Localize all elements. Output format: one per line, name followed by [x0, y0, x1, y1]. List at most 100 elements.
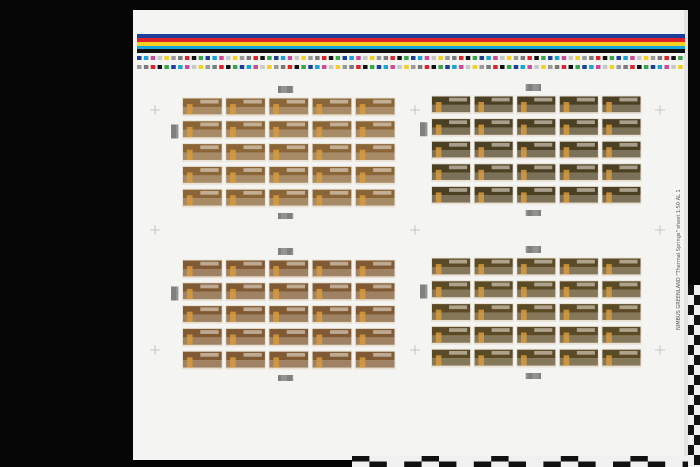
barcode-line: [528, 84, 529, 91]
color-swatch: [458, 65, 464, 69]
stamp-highlight: [619, 97, 638, 102]
stamp-figure: [186, 195, 193, 206]
barcode-line: [530, 210, 531, 216]
color-swatch: [239, 65, 245, 69]
color-swatch: [178, 56, 183, 60]
stamp-figure: [359, 104, 366, 115]
barcode-line: [537, 246, 539, 253]
color-swatch: [383, 56, 389, 60]
stamp-highlight: [329, 307, 349, 312]
color-swatch: [568, 65, 574, 69]
stamp-figure: [186, 334, 193, 345]
barcode-line: [288, 86, 289, 93]
color-swatch: [609, 65, 615, 69]
color-swatch: [280, 56, 286, 60]
stamp-figure: [606, 192, 612, 203]
color-swatch: [315, 56, 320, 60]
stamp-highlight: [619, 120, 638, 125]
ruler-segment: [688, 345, 694, 355]
stamp-highlight: [329, 330, 349, 334]
color-swatch: [589, 56, 594, 60]
color-swatch: [595, 65, 601, 69]
stamp-highlight: [373, 168, 392, 172]
stamp-highlight: [286, 261, 306, 266]
barcode-line: [281, 86, 283, 93]
barcode-line: [279, 248, 280, 255]
color-swatch: [383, 65, 389, 69]
barcode-line: [290, 86, 291, 93]
color-swatch: [376, 56, 382, 60]
stamp-highlight: [286, 99, 306, 104]
stamp-figure: [273, 334, 279, 345]
bar-red: [137, 38, 685, 42]
stamp-highlight: [576, 188, 595, 192]
stamp-highlight: [534, 350, 553, 355]
color-swatch: [616, 65, 621, 69]
barcode-line: [282, 213, 284, 219]
barcode-line: [175, 124, 176, 139]
barcode-line: [531, 373, 532, 379]
color-swatch: [589, 65, 594, 69]
stamp-highlight: [243, 284, 262, 289]
barcode-line: [424, 284, 425, 299]
stamp-figure: [521, 169, 527, 181]
barcode-line: [533, 84, 535, 91]
barcode-line: [278, 213, 279, 219]
color-swatch: [664, 56, 669, 60]
color-swatch: [342, 56, 347, 60]
barcode-line: [426, 284, 428, 299]
stamp-figure: [606, 264, 612, 275]
stamp-highlight: [286, 145, 306, 150]
color-swatch: [650, 56, 656, 60]
barcode-line: [280, 248, 281, 255]
barcode-line: [420, 122, 421, 137]
color-swatch: [623, 65, 628, 69]
stamp-figure: [563, 286, 570, 298]
stamp-highlight: [243, 168, 262, 172]
bar-yellow: [137, 42, 685, 46]
barcode-line: [529, 84, 530, 91]
color-swatch: [452, 56, 457, 60]
stamp-highlight: [200, 145, 219, 150]
color-swatch: [609, 56, 615, 60]
barcode-line: [534, 210, 536, 216]
barcode-line: [532, 373, 534, 379]
barcode-line: [285, 213, 287, 219]
color-swatch: [198, 65, 204, 69]
color-swatch: [232, 65, 238, 69]
stamp-highlight: [286, 352, 306, 357]
barcode-line: [525, 84, 527, 91]
barcode-line: [422, 122, 423, 137]
color-swatch: [301, 56, 306, 60]
barcode-line: [177, 124, 179, 139]
color-swatch: [150, 56, 156, 60]
barcode-line: [423, 284, 424, 299]
barcode-line: [535, 210, 537, 216]
stamp-highlight: [619, 282, 638, 287]
stamp-highlight: [491, 259, 510, 264]
color-swatch: [424, 56, 430, 60]
ruler-segment: [369, 461, 387, 467]
color-swatch: [678, 65, 683, 69]
stamp-highlight: [373, 261, 392, 266]
color-swatch: [472, 65, 478, 69]
barcode-line: [539, 84, 540, 91]
stamp-figure: [606, 147, 612, 158]
barcode-line: [536, 246, 538, 253]
barcode-line: [526, 373, 528, 379]
stamp-figure: [186, 104, 193, 115]
barcode-line: [283, 375, 285, 381]
barcode-line: [530, 246, 531, 253]
stamp-figure: [359, 266, 366, 277]
barcode-line: [528, 210, 529, 216]
barcode-line: [279, 213, 280, 219]
barcode-line: [279, 86, 280, 93]
color-swatch: [363, 65, 368, 69]
color-swatch: [321, 65, 327, 69]
color-swatch: [623, 56, 628, 60]
stamp-highlight: [373, 99, 392, 104]
color-swatch: [349, 65, 354, 69]
color-swatch: [260, 65, 265, 69]
barcode-line: [421, 284, 422, 299]
color-swatch: [630, 65, 635, 69]
